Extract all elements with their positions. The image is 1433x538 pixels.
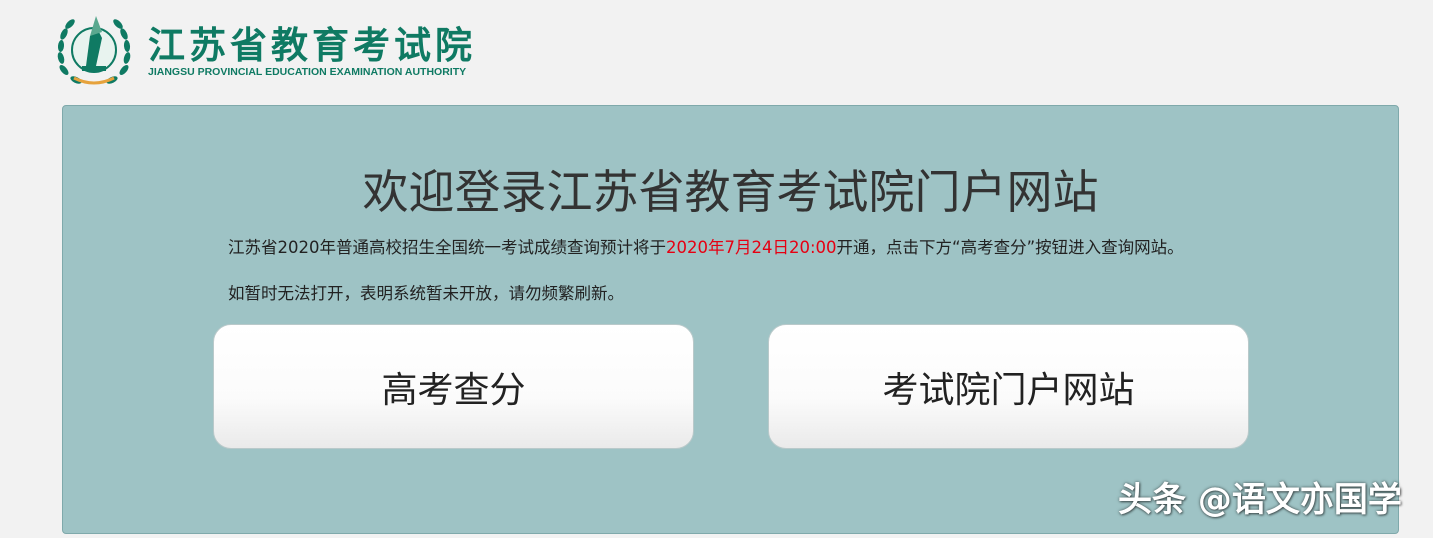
emblem-icon[interactable] [56, 8, 132, 88]
logo-title-cn: 江苏省教育考试院 [148, 24, 476, 67]
score-query-button[interactable]: 高考查分 [213, 324, 694, 449]
logo-title-en: JIANGSU PROVINCIAL EDUCATION EXAMINATION… [148, 66, 467, 78]
notice-line-1: 江苏省2020年普通高校招生全国统一考试成绩查询预计将于2020年7月24日20… [228, 237, 1184, 259]
watermark: 头条 @语文亦国学 [1118, 480, 1402, 520]
login-panel: 欢迎登录江苏省教育考试院门户网站 江苏省2020年普通高校招生全国统一考试成绩查… [62, 105, 1399, 534]
page-title: 欢迎登录江苏省教育考试院门户网站 [362, 165, 1099, 219]
notice-line-2: 如暂时无法打开，表明系统暂未开放，请勿频繁刷新。 [228, 284, 624, 303]
notice-time: 2020年7月24日20:00 [666, 238, 837, 257]
notice-text: 江苏省2020年普通高校招生全国统一考试成绩查询预计将于 [228, 238, 666, 257]
site-header: 江苏省教育考试院 JIANGSU PROVINCIAL EDUCATION EX… [56, 8, 536, 90]
portal-site-button[interactable]: 考试院门户网站 [768, 324, 1249, 449]
notice-text-after: 开通，点击下方“高考查分”按钮进入查询网站。 [836, 238, 1184, 257]
